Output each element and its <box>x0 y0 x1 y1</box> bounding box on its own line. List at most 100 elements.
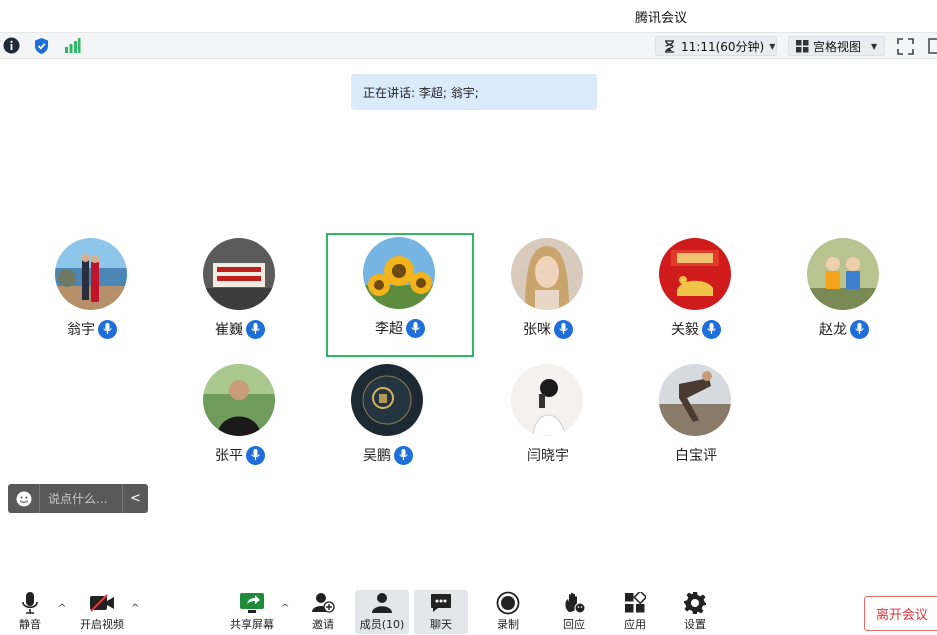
record-label: 录制 <box>497 618 519 631</box>
mic-on-icon <box>246 319 265 339</box>
mic-on-icon <box>406 318 425 338</box>
apps-label: 应用 <box>624 618 646 631</box>
mute-button[interactable]: 静音 <box>14 590 46 634</box>
participant-tile[interactable]: 张咪 <box>474 234 622 358</box>
react-button[interactable]: 回应 <box>560 590 588 634</box>
record-button[interactable]: 录制 <box>494 590 522 634</box>
info-toolbar: 11:11(60分钟) ▼ 宫格视图 ▼ <box>0 32 937 59</box>
participant-name-row: 张咪 <box>474 319 622 339</box>
participant-tile[interactable]: 关毅 <box>622 234 770 358</box>
avatar <box>203 238 275 310</box>
participant-name: 白宝评 <box>675 448 717 464</box>
record-icon <box>496 590 520 616</box>
share-screen-icon <box>239 590 265 616</box>
participant-tile[interactable]: 闫晓宇 <box>474 360 622 484</box>
mic-on-icon <box>394 445 413 465</box>
members-icon <box>371 590 393 616</box>
settings-label: 设置 <box>684 618 706 631</box>
participant-name: 崔巍 <box>215 322 243 338</box>
participant-name: 翁宇 <box>67 322 95 338</box>
apps-icon <box>624 590 646 616</box>
leave-meeting-button[interactable]: 离开会议 <box>864 596 937 631</box>
bottom-toolbar: 静音 ^ 开启视频 ^ 共享屏幕 ^ 邀请 成员(10) 聊天 录制 回应 应用… <box>0 586 937 635</box>
mic-icon <box>22 590 38 616</box>
speaking-text: 正在讲话: 李超; 翁宇; <box>363 85 479 100</box>
window-title: 腾讯会议 <box>634 11 687 26</box>
avatar <box>807 238 879 310</box>
timer-text: 11:11(60分钟) <box>681 39 765 54</box>
emoji-icon[interactable] <box>8 484 40 513</box>
add-user-icon <box>311 590 335 616</box>
avatar <box>659 238 731 310</box>
view-mode-label: 宫格视图 <box>813 39 862 54</box>
fullscreen-icon[interactable] <box>897 38 914 55</box>
mic-on-icon <box>246 445 265 465</box>
chevron-down-icon: ▼ <box>769 41 776 51</box>
participant-tile[interactable]: 吴鹏 <box>314 360 462 484</box>
participant-name-row: 翁宇 <box>18 319 166 339</box>
participant-name-row: 李超 <box>328 318 472 338</box>
participant-name: 闫晓宇 <box>527 448 569 464</box>
chevron-up-icon[interactable]: ^ <box>281 603 289 614</box>
mic-on-icon <box>702 319 721 339</box>
chat-input[interactable] <box>40 488 122 509</box>
chat-quick-input: < <box>8 484 148 513</box>
participant-name-row: 崔巍 <box>166 319 314 339</box>
participant-tile[interactable]: 崔巍 <box>166 234 314 358</box>
participant-name: 张咪 <box>523 322 551 338</box>
share-screen-label: 共享屏幕 <box>230 618 274 631</box>
participant-name-row: 白宝评 <box>622 445 770 465</box>
grid-icon <box>796 39 809 52</box>
avatar <box>203 364 275 436</box>
members-label: 成员(10) <box>359 618 405 631</box>
participant-name-row: 关毅 <box>622 319 770 339</box>
mute-label: 静音 <box>19 618 41 631</box>
view-mode-select[interactable]: 宫格视图 ▼ <box>788 36 885 56</box>
participant-name: 李超 <box>375 321 403 337</box>
share-screen-button[interactable]: 共享屏幕 <box>229 590 275 634</box>
settings-button[interactable]: 设置 <box>681 590 709 634</box>
meeting-timer[interactable]: 11:11(60分钟) ▼ <box>655 36 777 56</box>
start-video-button[interactable]: 开启视频 <box>79 590 125 634</box>
participant-name: 吴鹏 <box>363 448 391 464</box>
participant-name-row: 吴鹏 <box>314 445 462 465</box>
participant-tile[interactable]: 张平 <box>166 360 314 484</box>
invite-label: 邀请 <box>312 618 334 631</box>
participant-name: 关毅 <box>671 322 699 338</box>
avatar <box>511 364 583 436</box>
participant-tile[interactable]: 翁宇 <box>18 234 166 358</box>
mic-on-icon <box>98 319 117 339</box>
camera-off-icon <box>89 590 115 616</box>
participant-name-row: 张平 <box>166 445 314 465</box>
meeting-window: 腾讯会议 11:11(60分钟) ▼ 宫格视图 ▼ 正在讲话: 李超; 翁宇; … <box>0 0 937 635</box>
participant-tile[interactable]: 白宝评 <box>622 360 770 484</box>
invite-button[interactable]: 邀请 <box>309 590 337 634</box>
chat-icon <box>430 590 452 616</box>
shield-icon[interactable] <box>33 37 51 55</box>
chevron-up-icon[interactable]: ^ <box>58 603 66 614</box>
avatar <box>351 364 423 436</box>
sidebar-toggle-icon[interactable] <box>928 38 937 55</box>
participant-tile[interactable]: 赵龙 <box>770 234 918 358</box>
participant-tile-active[interactable]: 李超 <box>326 233 474 357</box>
apps-button[interactable]: 应用 <box>621 590 649 634</box>
speaking-banner: 正在讲话: 李超; 翁宇; <box>351 74 597 110</box>
title-bar: 腾讯会议 <box>0 0 937 32</box>
members-button[interactable]: 成员(10) <box>355 590 409 634</box>
chat-label: 聊天 <box>430 618 452 631</box>
info-icon[interactable] <box>3 37 21 55</box>
mic-on-icon <box>850 319 869 339</box>
avatar <box>55 238 127 310</box>
participant-name-row: 闫晓宇 <box>474 445 622 465</box>
avatar <box>511 238 583 310</box>
start-video-label: 开启视频 <box>80 618 124 631</box>
wave-hand-icon <box>562 590 586 616</box>
chevron-up-icon[interactable]: ^ <box>131 603 139 614</box>
collapse-chevron-icon[interactable]: < <box>122 484 148 513</box>
avatar <box>363 237 435 309</box>
chat-button[interactable]: 聊天 <box>414 590 468 634</box>
signal-icon[interactable] <box>64 37 82 55</box>
participant-name: 赵龙 <box>819 322 847 338</box>
hourglass-icon <box>665 39 674 53</box>
react-label: 回应 <box>563 618 585 631</box>
